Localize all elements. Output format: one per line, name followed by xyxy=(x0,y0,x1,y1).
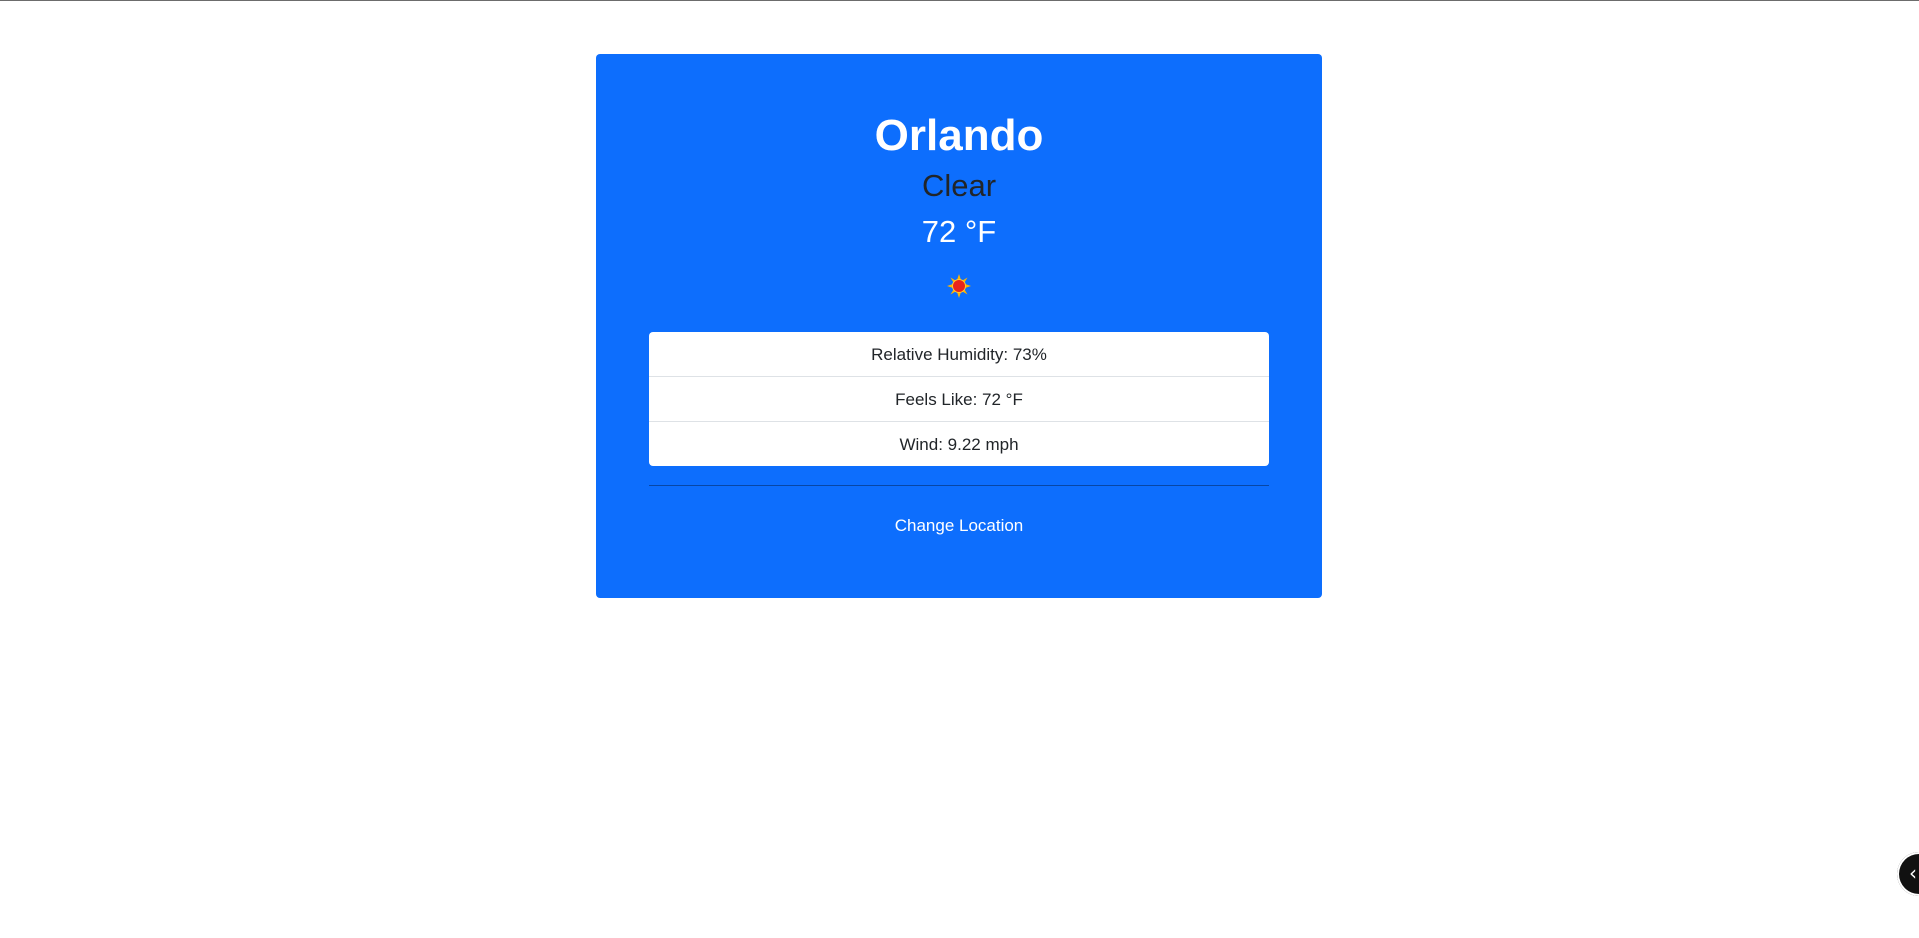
change-location-link[interactable]: Change Location xyxy=(596,514,1322,538)
wind-item: Wind: 9.22 mph xyxy=(899,435,1019,454)
corner-toggle-button[interactable]: ‹ xyxy=(1897,852,1919,896)
weather-card: Orlando Clear 72 °F Relative Humidity: 7… xyxy=(596,54,1322,598)
chevron-left-icon: ‹ xyxy=(1909,861,1917,885)
divider xyxy=(649,485,1269,486)
humidity-item: Relative Humidity: 73% xyxy=(649,332,1269,377)
feels-like-item: Feels Like: 72 °F xyxy=(649,377,1269,422)
window-top-border xyxy=(0,0,1919,1)
sun-icon xyxy=(947,274,971,298)
weather-details-list: Relative Humidity: 73% Feels Like: 72 °F… xyxy=(649,332,1269,466)
city-name: Orlando xyxy=(874,111,1044,160)
temperature: 72 °F xyxy=(921,214,997,249)
weather-condition: Clear xyxy=(921,168,997,203)
